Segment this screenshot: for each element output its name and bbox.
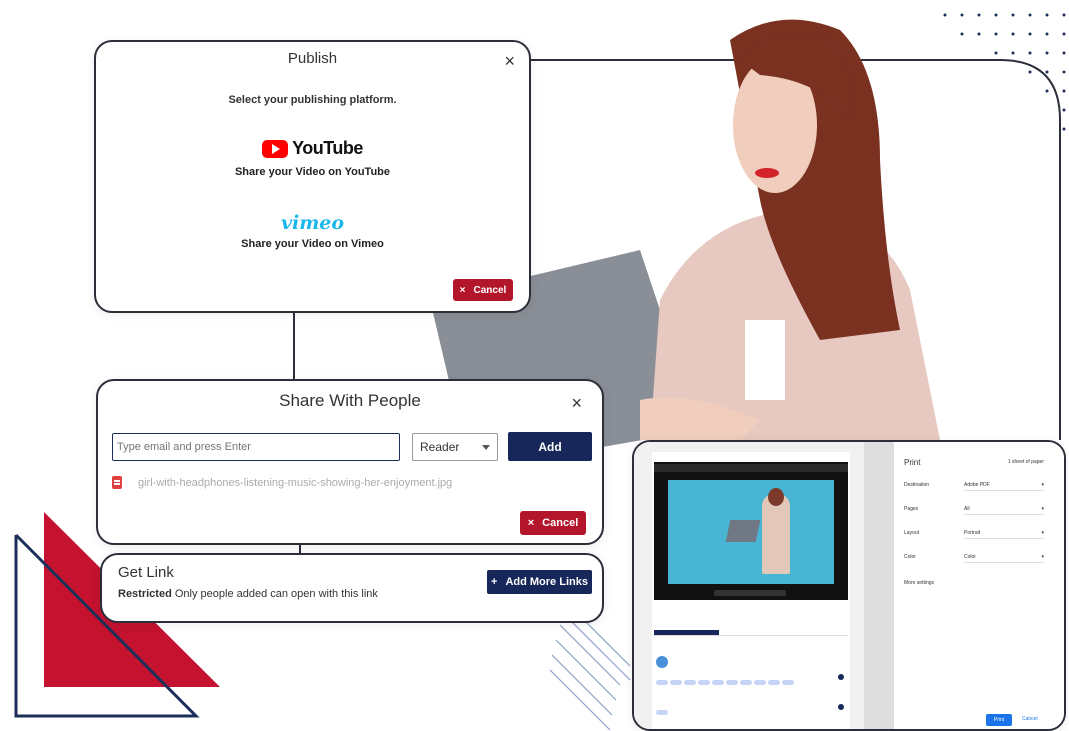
layout-label: Layout: [904, 530, 920, 536]
video-laptop: [725, 520, 761, 542]
youtube-play-icon: [262, 139, 289, 158]
avatar: [656, 656, 668, 668]
cancel-label: Cancel: [542, 517, 579, 529]
hatch-pattern: [549, 617, 631, 731]
video-thumbnail: [654, 462, 848, 600]
share-title: Share With People: [279, 391, 421, 410]
file-icon: [112, 476, 122, 489]
video-person-head: [768, 488, 784, 506]
preview-tab-active: [654, 630, 719, 636]
layout-select[interactable]: Portrait ▾: [964, 527, 1044, 539]
more-settings-toggle[interactable]: More settings: [904, 580, 934, 586]
youtube-logo-text: YouTube: [292, 138, 363, 158]
preview-tabs: [654, 630, 849, 638]
print-preview-window: Print 1 sheet of paper Destination Adobe…: [632, 440, 1066, 731]
role-select[interactable]: Reader: [412, 433, 498, 461]
pages-value: All: [964, 506, 970, 512]
role-value: Reader: [420, 440, 460, 454]
chevron-down-icon: ▾: [1041, 530, 1044, 536]
get-link-title: Get Link: [118, 564, 174, 581]
close-icon: ×: [459, 284, 466, 296]
print-button[interactable]: Print: [986, 714, 1012, 726]
color-value: Color: [964, 554, 976, 560]
print-title: Print: [904, 458, 921, 467]
add-button[interactable]: Add: [508, 432, 592, 461]
youtube-option[interactable]: YouTube: [96, 138, 529, 163]
color-select[interactable]: Color ▾: [964, 551, 1044, 563]
vimeo-share-text[interactable]: Share your Video on Vimeo: [96, 238, 529, 250]
edit-dot: [838, 704, 844, 710]
color-label: Color: [904, 554, 916, 560]
preview-divider: [864, 442, 894, 729]
link-access-description: Restricted Only people added can open wi…: [118, 587, 398, 601]
publish-subtitle: Select your publishing platform.: [228, 94, 397, 106]
share-with-people-dialog: Share With People × Reader Add girl-with…: [96, 379, 604, 545]
print-cancel-button[interactable]: Cancel: [1022, 716, 1038, 722]
pages-label: Pages: [904, 506, 919, 512]
publish-dialog: Publish × Select your publishing platfor…: [94, 40, 531, 313]
video-playbar: [714, 590, 786, 596]
preview-page: [652, 452, 850, 729]
tag-chips: [656, 680, 796, 686]
publish-title: Publish: [287, 50, 338, 67]
chevron-down-icon: ▾: [1041, 554, 1044, 560]
close-icon: ×: [527, 517, 535, 529]
marketing-collage: Publish × Select your publishing platfor…: [0, 0, 1069, 731]
pages-select[interactable]: All ▾: [964, 503, 1044, 515]
email-input[interactable]: [112, 433, 400, 461]
video-frame: [668, 480, 834, 584]
get-link-panel: Get Link Restricted Only people added ca…: [100, 553, 604, 623]
video-person: [762, 494, 790, 574]
share-close-icon[interactable]: ×: [571, 394, 582, 412]
file-item: girl-with-headphones-listening-music-sho…: [112, 476, 452, 489]
cancel-label: Cancel: [473, 284, 507, 296]
plus-icon: +: [491, 576, 498, 588]
preview-tab: [783, 630, 849, 636]
chevron-down-icon: [482, 444, 490, 450]
file-name: girl-with-headphones-listening-music-sho…: [138, 476, 453, 489]
destination-label: Destination: [904, 482, 930, 488]
restricted-description: Only people added can open with this lin…: [171, 588, 378, 600]
dot-grid: [943, 13, 1066, 131]
destination-select[interactable]: Adobe PDF ▾: [964, 479, 1044, 491]
restricted-label: Restricted: [118, 588, 172, 600]
add-more-links-label: Add More Links: [505, 576, 588, 588]
print-preview-pane: [634, 442, 864, 729]
publish-close-icon[interactable]: ×: [504, 52, 515, 70]
sheet-count: 1 sheet of paper: [1007, 459, 1044, 465]
category-chips: [656, 710, 670, 716]
youtube-share-text[interactable]: Share your Video on YouTube: [96, 166, 529, 178]
preview-tab: [718, 630, 784, 636]
layout-value: Portrait: [964, 530, 981, 536]
chevron-down-icon: ▾: [1041, 506, 1044, 512]
destination-value: Adobe PDF: [964, 482, 990, 488]
chevron-down-icon: ▾: [1041, 482, 1044, 488]
add-more-links-button[interactable]: + Add More Links: [487, 570, 592, 594]
vimeo-logo[interactable]: vimeo: [96, 212, 529, 234]
share-cancel-button[interactable]: × Cancel: [520, 511, 586, 535]
video-banner: [654, 464, 848, 472]
edit-dot: [838, 674, 844, 680]
print-settings-pane: Print 1 sheet of paper Destination Adobe…: [894, 442, 1064, 729]
publish-cancel-button[interactable]: × Cancel: [453, 279, 513, 301]
youtube-logo: YouTube: [262, 138, 363, 159]
